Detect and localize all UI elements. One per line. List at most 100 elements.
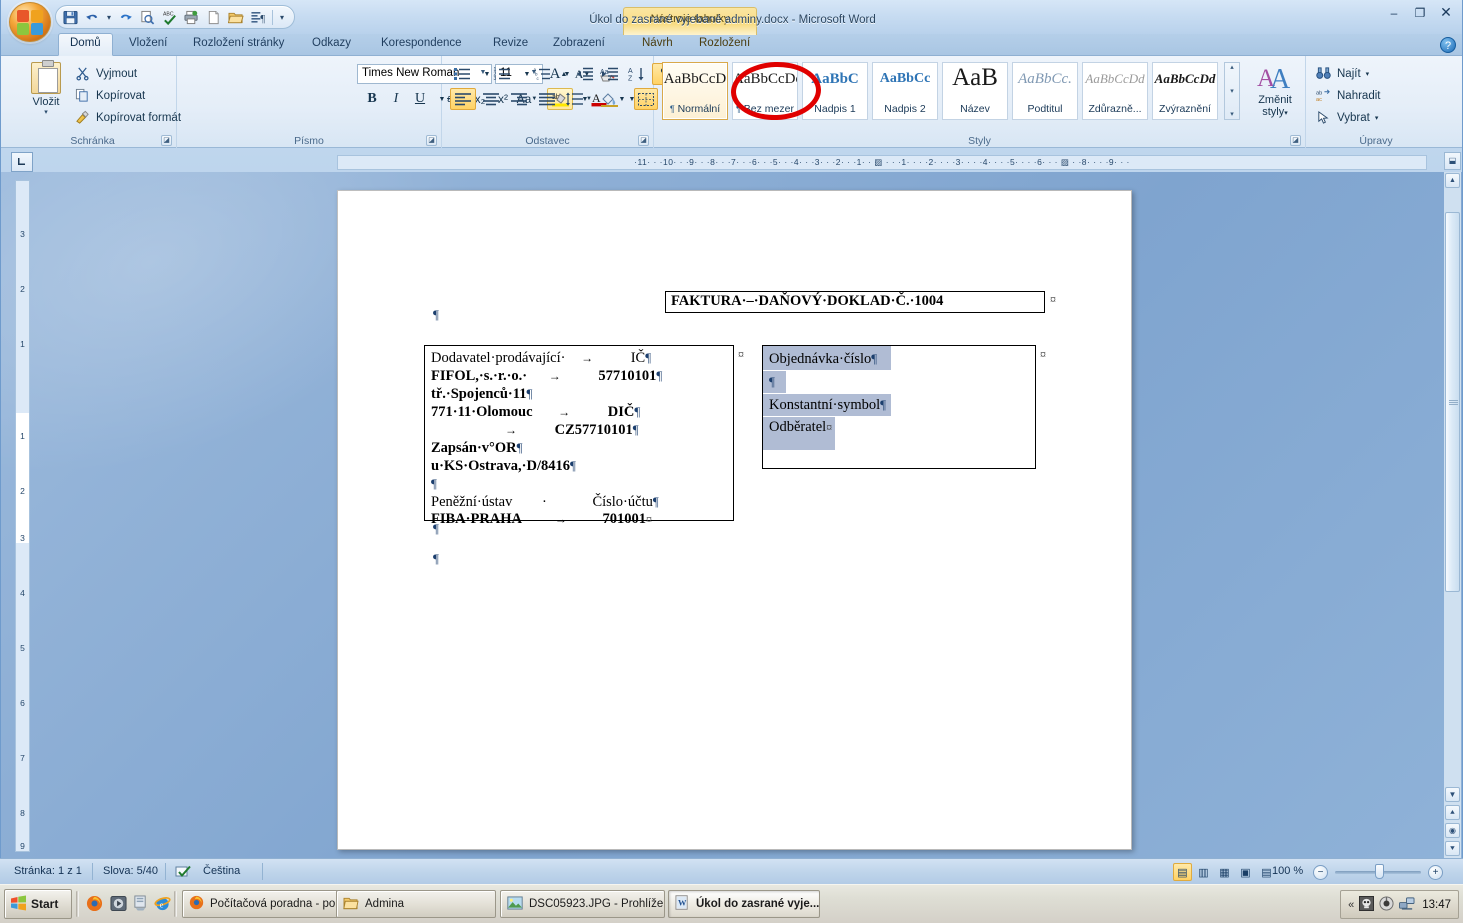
previous-page-button[interactable]: ⯅	[1445, 805, 1460, 820]
style-zvyrazneni[interactable]: AaBbCcDd Zvýraznění	[1152, 62, 1218, 120]
quicklaunch-ie-icon[interactable]: e	[152, 893, 172, 913]
decrease-indent-button[interactable]	[572, 63, 596, 85]
style-nadpis-1[interactable]: AaBbC Nadpis 1	[802, 62, 868, 120]
find-button[interactable]: Najít ▾	[1316, 64, 1369, 84]
change-styles-chevron-down-icon[interactable]: ▾	[1284, 110, 1288, 117]
spelling-icon[interactable]: ABC	[159, 7, 180, 27]
quicklaunch-show-desktop-icon[interactable]	[130, 893, 150, 913]
quicklaunch-firefox-icon[interactable]	[84, 893, 104, 913]
gallery-scroll-down-icon[interactable]: ▾	[1230, 88, 1234, 95]
audio-icon[interactable]	[1379, 896, 1394, 914]
help-button[interactable]: ?	[1440, 37, 1456, 53]
document-page[interactable]: FAKTURA·–·DAŇOVÝ·DOKLAD·Č.·1004 ¤ ¶ Doda…	[337, 190, 1132, 850]
new-document-icon[interactable]	[203, 7, 224, 27]
show-formatting-icon[interactable]: ¶	[247, 7, 268, 27]
page-indicator[interactable]: Stránka: 1 z 1	[14, 865, 82, 877]
next-page-button[interactable]: ⯆	[1445, 841, 1460, 856]
tray-clock[interactable]: 13:47	[1422, 899, 1451, 911]
restore-button[interactable]: ❐	[1408, 4, 1432, 21]
shading-button[interactable]	[597, 88, 621, 110]
word-count[interactable]: Slova: 5/40	[103, 865, 158, 877]
document-content[interactable]: FAKTURA·–·DAŇOVÝ·DOKLAD·Č.·1004 ¤ ¶ Doda…	[338, 191, 1132, 850]
view-outline-button[interactable]: ▣	[1236, 863, 1255, 881]
tray-expand-icon[interactable]: «	[1348, 899, 1354, 911]
style-zduraznene[interactable]: AaBbCcDd Zdůrazně...	[1082, 62, 1148, 120]
scroll-down-button[interactable]: ▼	[1445, 787, 1460, 802]
vertical-scrollbar[interactable]: ▲ ▼ ⯅ ◉ ⯆	[1444, 172, 1461, 858]
paragraph-dialog-launcher[interactable]: ◪	[638, 135, 649, 146]
numbering-button[interactable]: 123	[490, 63, 516, 85]
split-window-button[interactable]: ⬓	[1444, 152, 1461, 170]
underline-button[interactable]: U	[409, 88, 431, 110]
spell-check-icon[interactable]	[175, 864, 192, 882]
line-spacing-button[interactable]: ▼	[564, 88, 592, 110]
save-icon[interactable]	[60, 7, 81, 27]
styles-dialog-launcher[interactable]: ◪	[1290, 135, 1301, 146]
print-preview-icon[interactable]	[137, 7, 158, 27]
style-nazev[interactable]: AaB Název	[942, 62, 1008, 120]
customize-qat-icon[interactable]: ▾	[277, 13, 287, 22]
quick-print-icon[interactable]	[181, 7, 202, 27]
view-web-layout-button[interactable]: ▦	[1215, 863, 1234, 881]
taskbar-item-image-viewer[interactable]: DSC05923.JPG - Prohlíže...	[500, 890, 665, 918]
align-right-button[interactable]	[506, 88, 532, 110]
minimize-button[interactable]: –	[1382, 4, 1406, 21]
find-chevron-down-icon[interactable]: ▾	[1366, 70, 1370, 78]
multilevel-list-button[interactable]: abc	[530, 63, 556, 85]
horizontal-ruler[interactable]: ·11· · ·10· · ·9· · ·8· · ·7· · ·6· · ·5…	[337, 155, 1427, 170]
bold-button[interactable]: B	[361, 88, 383, 110]
style-normalni[interactable]: AaBbCcD ¶ Normální	[662, 62, 728, 120]
quicklaunch-media-player-icon[interactable]	[108, 893, 128, 913]
gallery-more-icon[interactable]: ▾	[1230, 111, 1234, 118]
taskbar-item-word[interactable]: W Úkol do zasrané vyje...	[668, 890, 820, 918]
vertical-ruler[interactable]: 3 2 1 1 2 3 4 5 6 7 8 9	[15, 180, 30, 852]
taskbar-item-admina[interactable]: Admina	[336, 890, 496, 918]
clipboard-dialog-launcher[interactable]: ◪	[161, 135, 172, 146]
browse-object-button[interactable]: ◉	[1445, 823, 1460, 838]
tab-zobrazeni[interactable]: Zobrazení	[542, 34, 616, 56]
tab-navrh[interactable]: Návrh	[631, 34, 684, 56]
order-table[interactable]: Objednávka·číslo¶ ¶ Konstantní·symbol¶ O…	[762, 345, 1036, 469]
copy-button[interactable]: Kopírovat	[75, 86, 145, 105]
undo-icon[interactable]	[82, 7, 103, 27]
undo-dropdown-icon[interactable]: ▾	[104, 13, 114, 22]
open-icon[interactable]	[225, 7, 246, 27]
scroll-up-button[interactable]: ▲	[1445, 173, 1460, 188]
tab-selector-button[interactable]	[11, 152, 33, 172]
font-dialog-launcher[interactable]: ◪	[426, 135, 437, 146]
paste-dropdown-icon[interactable]: ▾	[23, 108, 69, 116]
zoom-in-button[interactable]: +	[1428, 865, 1443, 880]
office-button[interactable]	[9, 2, 51, 42]
redo-icon[interactable]	[115, 7, 136, 27]
select-chevron-down-icon[interactable]: ▾	[1375, 114, 1379, 122]
select-button[interactable]: Vybrat ▾	[1316, 108, 1378, 128]
view-print-layout-button[interactable]: ▤	[1173, 863, 1192, 881]
scrollbar-thumb[interactable]	[1445, 212, 1460, 592]
document-work-area[interactable]: FAKTURA·–·DAŇOVÝ·DOKLAD·Č.·1004 ¤ ¶ Doda…	[1, 172, 1463, 858]
style-nadpis-2[interactable]: AaBbCc Nadpis 2	[872, 62, 938, 120]
align-center-button[interactable]	[478, 88, 504, 110]
style-podtitul[interactable]: AaBbCc. Podtitul	[1012, 62, 1078, 120]
change-styles-button[interactable]: A A Změnit styly▾	[1246, 62, 1304, 126]
tab-rozlozeni-stranky[interactable]: Rozložení stránky	[182, 34, 295, 56]
tab-odkazy[interactable]: Odkazy	[301, 34, 362, 56]
cut-button[interactable]: Vyjmout	[75, 64, 137, 83]
gallery-scroll-up-icon[interactable]: ▴	[1230, 64, 1234, 71]
zoom-slider-thumb[interactable]	[1375, 864, 1384, 879]
style-bez-mezer[interactable]: AaBbCcDc ¶ Bez mezer	[732, 62, 798, 120]
paste-button[interactable]: Vložit ▾	[23, 62, 69, 124]
format-painter-button[interactable]: Kopírovat formát	[75, 108, 181, 127]
increase-indent-button[interactable]	[597, 63, 621, 85]
zoom-slider[interactable]	[1335, 871, 1421, 874]
network-icon[interactable]	[1399, 896, 1415, 914]
tab-vlozeni[interactable]: Vložení	[118, 34, 178, 56]
start-button[interactable]: Start	[4, 889, 72, 919]
styles-gallery-scroll[interactable]: ▴ ▾ ▾	[1224, 62, 1240, 120]
supplier-table[interactable]: Dodavatel·prodávající· → IČ¶ FIFOL,·s.·r…	[424, 345, 734, 521]
tab-revize[interactable]: Revize	[482, 34, 539, 56]
justify-button[interactable]	[534, 88, 560, 110]
view-full-screen-reading-button[interactable]: ▥	[1194, 863, 1213, 881]
zoom-out-button[interactable]: −	[1313, 865, 1328, 880]
align-left-button[interactable]	[450, 88, 476, 110]
language-indicator[interactable]: Čeština	[203, 865, 240, 877]
